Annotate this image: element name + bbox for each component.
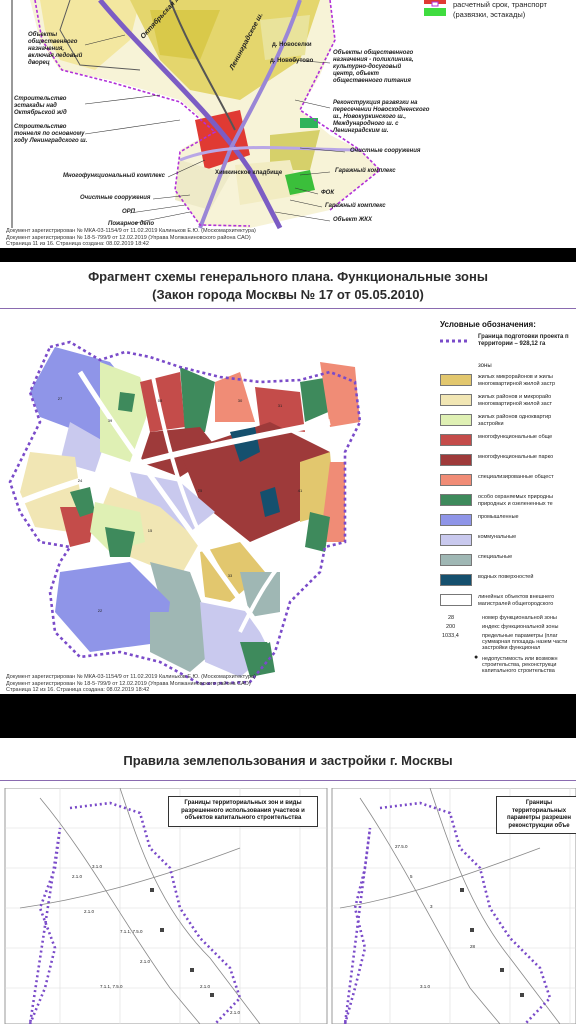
legend-label: многофункциональные обще [478,434,553,440]
label-novoselki: д. Новоселки [272,42,312,48]
svg-text:31: 31 [278,403,283,408]
page-transport-scheme: расчетный срок, транспорт (развязки, эст… [0,0,576,248]
title-divider [0,308,576,309]
svg-text:3.1.0: 3.1.0 [420,984,431,989]
legend-label: особо охраняемых природны природных и оз… [478,494,553,507]
page2-title-line2: (Закон города Москвы № 17 от 05.05.2010) [152,287,424,302]
legend-label: линейных объектов внешнего магистралей о… [478,594,555,607]
legend-top-label: расчетный срок, транспорт [453,0,547,9]
legend-label: специализированные общест [478,474,554,480]
svg-text:15: 15 [148,528,153,533]
page1-footer: Документ зарегистрирован № МКА-03-1154/9… [6,228,256,248]
index-number-1: 28 [448,615,455,621]
legend-label: многофункциональные парко [478,454,554,460]
svg-text:2.1.0: 2.1.0 [230,1010,241,1015]
page3-title: Правила землепользования и застройки г. … [123,753,453,768]
index-text-3: предельные параметры (плаг суммарная пло… [482,633,568,651]
legend-zones-header: зоны [478,363,492,369]
footer-line: Документ зарегистрирован № МКА-03-1154/9… [6,228,256,234]
footer-line: Страница 11 из 16. Страница создана: 08.… [6,241,149,247]
label-novobutovo: д. Новобутово [270,58,314,64]
label-garage-complex-1: Гаражный комплекс [335,168,396,174]
footer-line: Документ зарегистрирован № МКА-03-1154/9… [6,674,256,680]
svg-text:2.1.0: 2.1.0 [140,959,151,964]
svg-text:7.1.1, 7.5.0: 7.1.1, 7.5.0 [120,929,143,934]
legend-swatch [440,394,472,406]
label-tunnel: Строительство тоннеля по основному ходу … [14,124,88,144]
legend-swatch [440,374,472,386]
label-ice-palace: Объекты общественного назначения, включа… [28,32,83,66]
svg-text:24: 24 [78,478,83,483]
title-divider [0,780,576,781]
legend-swatch [440,574,472,586]
svg-text:27.5.0: 27.5.0 [395,844,408,849]
svg-text:2.1.0: 2.1.0 [84,909,95,914]
page-land-use-rules: Правила землепользования и застройки г. … [0,738,576,1024]
legend-swatch [440,474,472,486]
svg-text:39: 39 [108,418,113,423]
boundary-swatch [440,339,470,343]
svg-text:41: 41 [298,488,303,493]
label-public-objects: Объекты общественного назначения - полик… [333,50,414,84]
label-treatment-right: Очистные сооружения [350,148,421,154]
legend-label: коммунальные [478,534,517,540]
legend-title: Условные обозначения: [440,320,536,329]
svg-text:33: 33 [228,573,233,578]
footer-line: Страница 12 из 16. Страница создана: 08.… [6,687,150,693]
svg-text:3.1.0: 3.1.0 [92,864,103,869]
callout-right: Границы территориальных параметры разреш… [496,796,576,834]
functional-zones-map: 27 39 24 08 30 31 25 15 22 33 41 [8,340,420,686]
index-text-1: номер функциональной зоны [482,615,557,621]
label-fok: ФОК [321,190,335,196]
legend-boundary: Граница подготовки проекта п территории … [478,334,569,347]
svg-text:25: 25 [198,488,203,493]
restriction-marker: ● [474,654,479,661]
label-housing-object: Объект ЖКХ [333,217,372,223]
index-restriction: недопустимость или возможн строительства… [482,656,558,674]
legend-label: специальные [478,554,513,560]
label-fire-depot: Пожарное депо [108,221,155,227]
label-overpass: Строительство эстакады над Октябрьской ж… [14,96,67,116]
legend-swatch [440,414,472,426]
label-orp: ОРП [122,209,135,215]
svg-text:7.1.1, 7.5.0: 7.1.1, 7.5.0 [100,984,123,989]
svg-text:30: 30 [238,398,243,403]
legend-swatch [440,514,472,526]
label-reconstruction: Реконструкция развязки на пересечении Но… [333,100,430,134]
svg-text:27: 27 [58,396,63,401]
legend-label: промышленные [478,514,519,520]
svg-text:28: 28 [470,944,476,949]
legend-top-label-2: (развязки, эстакады) [453,10,526,19]
legend-swatch [440,454,472,466]
legend-swatch [440,494,472,506]
legend-label: водных поверхностей [478,574,534,580]
legend-swatch [440,554,472,566]
legend-swatch [440,434,472,446]
legend-label: жилых районов одноквартир застройки [478,414,552,427]
legend-swatch [440,594,472,606]
page2-footer: Документ зарегистрирован № МКА-03-1154/9… [6,674,256,694]
page2-title-line1: Фрагмент схемы генерального плана. Функц… [88,269,488,284]
svg-text:2.1.0: 2.1.0 [200,984,211,989]
label-garage-complex-2: Гаражный комплекс [325,203,386,209]
index-text-2: индекс функциональной зоны [482,624,559,630]
label-cemetery: Химкинское кладбище [215,170,283,176]
callout-left: Границы территориальных зон и виды разре… [168,796,318,827]
index-number-3: 1033,4 [442,633,459,639]
legend-label: жилых микрорайонов и жилы многоквартирно… [478,374,556,387]
svg-text:08: 08 [158,398,163,403]
svg-text:22: 22 [98,608,103,613]
svg-text:2.1.0: 2.1.0 [72,874,83,879]
index-number-2: 200 [446,624,456,630]
label-multifunctional: Многофункциональный комплекс [63,173,165,179]
legend-swatch [440,534,472,546]
label-treatment-left: Очистные сооружения [80,195,151,201]
legend-label: жилых районов и микрорайо многоквартирно… [478,394,552,407]
page-functional-zones: Фрагмент схемы генерального плана. Функц… [0,262,576,694]
